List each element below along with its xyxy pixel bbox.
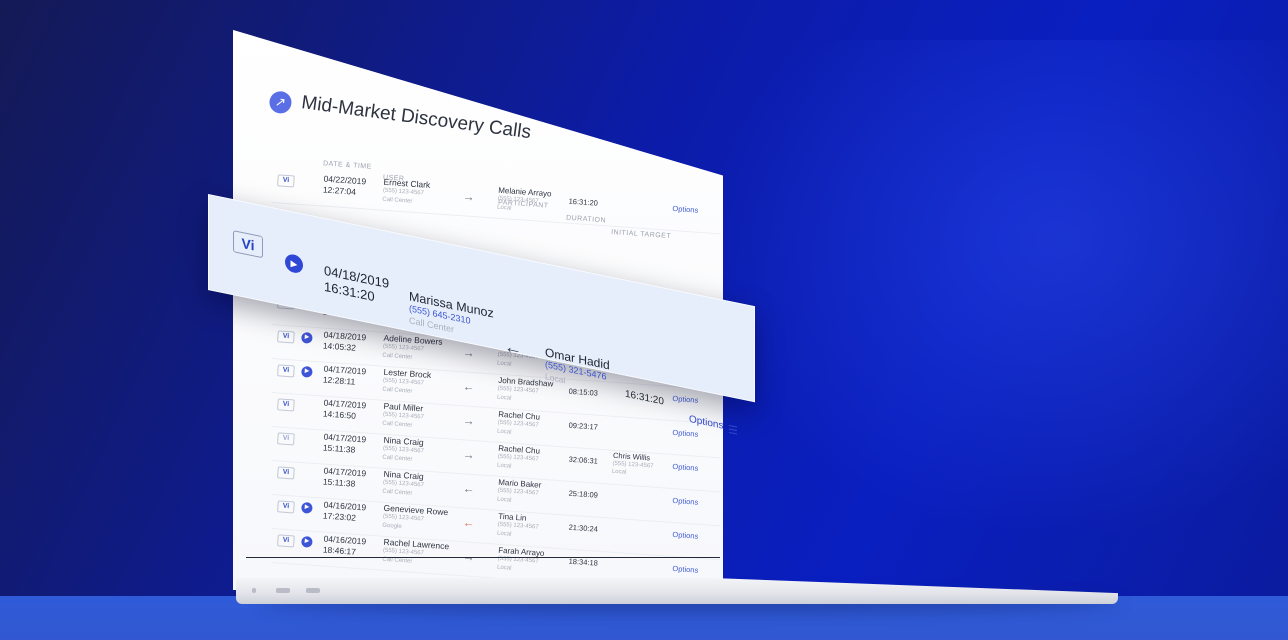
arrow-left-icon: ← (462, 515, 476, 531)
user-cell: Rachel Lawrence (555) 123-4567 Call Center (382, 537, 449, 570)
user-cell: Nina Craig (555) 123-4567 Call Center (382, 435, 425, 466)
participant-cell: Rachel Chu (555) 123-4567 Local (497, 444, 540, 474)
call-datetime: 04/16/2019 17:23:02 (322, 500, 367, 525)
vi-logo-icon: Vi (277, 398, 295, 412)
play-recording-icon[interactable]: ▶ (301, 535, 313, 548)
arrow-left-icon: ← (462, 379, 476, 395)
arrow-right-icon: → (462, 413, 476, 429)
arrow-left-icon: ← (462, 481, 476, 497)
target-cell: Chris Willis (555) 123-4567 Local (612, 451, 655, 479)
call-duration: 18:34:18 (568, 556, 599, 568)
play-recording-icon[interactable]: ▶ (301, 501, 313, 514)
play-recording-icon[interactable]: ▶ (285, 252, 303, 275)
call-duration: 32:06:31 (568, 454, 599, 466)
call-duration: 21:30:24 (568, 522, 599, 534)
options-link[interactable]: Options (672, 564, 698, 575)
call-datetime: 04/18/2019 16:31:20 (324, 263, 389, 308)
port-icon (252, 588, 256, 593)
options-link[interactable]: Options (672, 204, 698, 215)
call-datetime: 04/17/2019 14:16:50 (322, 398, 367, 423)
user-cell: Paul Miller (555) 123-4567 Call Center (382, 401, 425, 432)
arrow-right-icon: → (462, 447, 476, 463)
participant-cell: Farah Arrayo (555) 123-4567 Local (497, 546, 545, 576)
background-glow (700, 40, 1288, 540)
screen-bottom-bezel (246, 557, 720, 558)
options-link[interactable]: Options (672, 530, 698, 541)
vi-logo-icon: Vi (277, 364, 295, 378)
usb-port-icon (306, 588, 320, 593)
participant-cell: Rachel Chu (555) 123-4567 Local (497, 410, 540, 440)
play-recording-icon[interactable]: ▶ (301, 331, 313, 344)
arrow-left-icon: ← (504, 335, 522, 360)
participant-cell: Mario Baker (555) 123-4567 Local (497, 478, 542, 508)
arrow-right-icon: → (462, 345, 476, 361)
vi-logo-icon: Vi (277, 534, 295, 548)
vi-logo-icon: Vi (233, 230, 263, 259)
options-link[interactable]: Options (672, 462, 698, 473)
call-datetime: 04/17/2019 15:11:38 (322, 466, 367, 491)
call-datetime: 04/22/2019 12:27:04 (322, 174, 367, 199)
vi-logo-icon: Vi (277, 330, 295, 344)
user-cell: Nina Craig (555) 123-4567 Call Center (382, 469, 425, 500)
participant-cell: Melanie Arrayo (555) 123-4567 Local (497, 186, 552, 217)
usb-port-icon (276, 588, 290, 593)
list-menu-icon[interactable]: ☰ (728, 423, 738, 438)
user-cell: Lester Brock(555) 123-4567Call Center (382, 367, 431, 398)
options-link[interactable]: Options (672, 496, 698, 507)
call-datetime: 04/16/2019 18:46:17 (322, 534, 367, 559)
user-cell: Ernest Clark (555) 123-4567 Call Center (382, 177, 430, 208)
call-duration: 16:31:20 (568, 196, 599, 208)
user-cell: Adeline Bowers (555) 123-4567 Call Center (382, 333, 443, 365)
laptop-base (236, 578, 1118, 604)
call-datetime: 04/17/2019 12:28:11 (322, 364, 367, 389)
options-link[interactable]: Options (672, 428, 698, 439)
call-duration: 25:18:09 (568, 488, 599, 500)
user-cell: Genevieve Rowe (555) 123-4567 Google (382, 503, 448, 535)
participant-cell: Tina Lin (555) 123-4567 Local (497, 512, 540, 542)
vi-logo-icon: Vi (277, 500, 295, 514)
vi-logo-icon: Vi (277, 432, 295, 446)
options-link[interactable]: Options (672, 394, 698, 405)
vi-logo-icon: Vi (277, 466, 295, 480)
call-duration: 09:23:17 (568, 420, 599, 432)
vi-logo-icon: Vi (277, 174, 295, 188)
call-datetime: 04/17/2019 15:11:38 (322, 432, 367, 457)
arrow-right-icon: → (462, 189, 476, 205)
play-recording-icon[interactable]: ▶ (301, 365, 313, 378)
call-datetime: 04/18/2019 14:05:32 (322, 330, 367, 355)
